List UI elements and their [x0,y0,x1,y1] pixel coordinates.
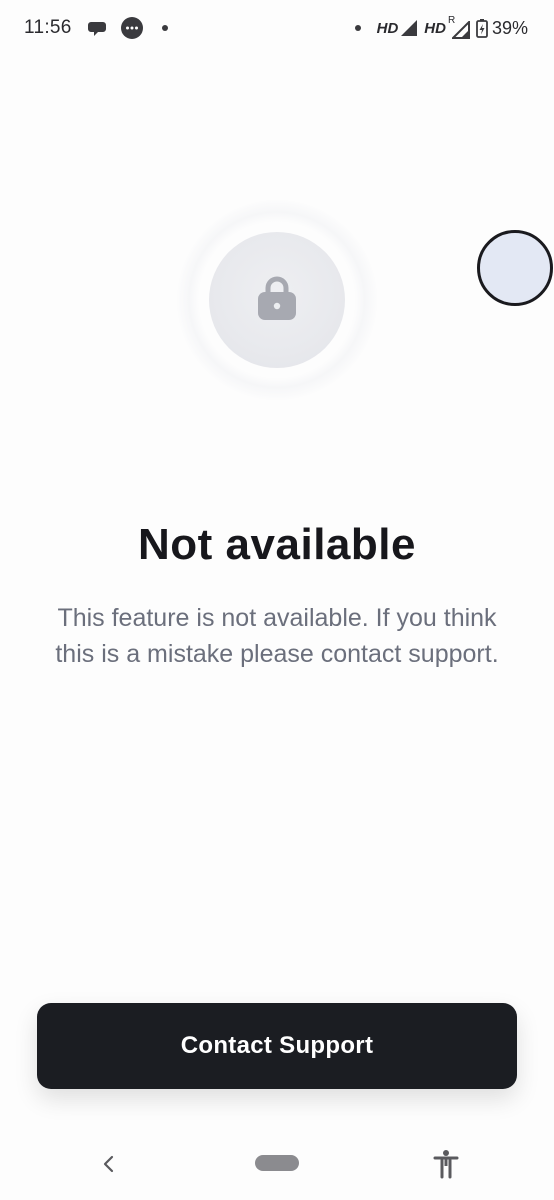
network-type-1: HD [376,19,399,37]
dot-icon [354,25,361,31]
notification-dot-icon [161,25,168,31]
status-bar: 11:56 HD HD R 39% [0,0,554,56]
accessibility-icon[interactable] [432,1148,460,1180]
lock-badge [209,232,345,368]
message-text: This feature is not available. If you th… [55,604,499,668]
status-bar-left: 11:56 [24,16,168,40]
navigation-bar [0,1128,554,1200]
battery-charging-icon [476,18,488,38]
messages-icon [120,16,144,40]
floating-bubble[interactable] [477,230,553,306]
network-type-2: HD [424,19,446,37]
status-bar-right: HD HD R 39% [354,15,528,39]
contact-support-button[interactable]: Contact Support [37,1003,517,1089]
signal-roaming-icon: R [448,15,470,39]
lock-icon [257,275,297,326]
status-time: 11:56 [24,17,72,38]
page-title: Not available [138,520,416,569]
screen: 11:56 HD HD R 39% Not available This fea… [0,0,554,1200]
home-pill-icon[interactable] [255,1155,299,1171]
chat-bubble-icon [87,18,108,38]
signal-icon [400,19,418,37]
battery-percent: 39% [491,17,528,38]
back-icon[interactable] [96,1150,120,1178]
